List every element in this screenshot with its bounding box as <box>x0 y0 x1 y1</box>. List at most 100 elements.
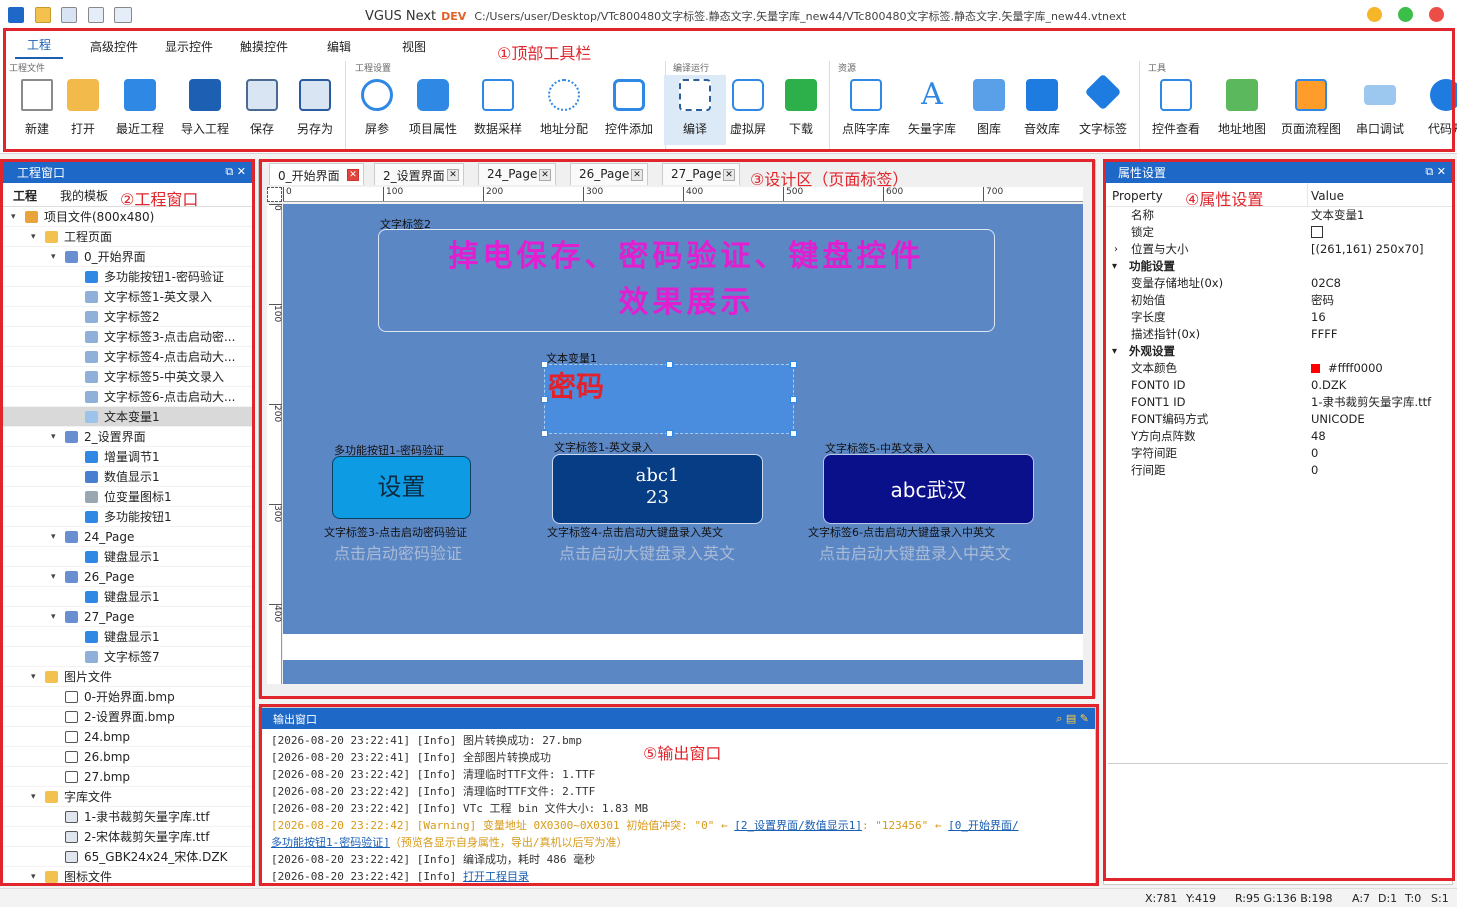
property-row[interactable]: 字符间距 0 <box>1104 445 1452 462</box>
close-tab-icon[interactable]: ✕ <box>539 169 551 181</box>
widget-label-english[interactable]: abc1 23 <box>552 454 763 524</box>
close-tab-icon[interactable]: ✕ <box>631 169 643 181</box>
property-value[interactable]: FFFF <box>1311 326 1337 343</box>
property-value[interactable]: UNICODE <box>1311 411 1365 428</box>
widget-label-en-keyboard-hint[interactable]: 点击启动大键盘录入英文 <box>559 540 735 564</box>
log-link[interactable]: [2_设置界面/数值显示1] <box>734 819 862 832</box>
resize-handle[interactable] <box>541 361 548 368</box>
app-icon[interactable] <box>8 7 24 23</box>
recent-project-button[interactable]: 最近工程 <box>109 75 171 145</box>
close-tab-icon[interactable]: ✕ <box>447 169 459 181</box>
project-props-button[interactable]: 项目属性 <box>402 75 464 145</box>
property-value[interactable]: 密码 <box>1311 292 1334 309</box>
property-row[interactable]: Y方向点阵数 48 <box>1104 428 1452 445</box>
page-flow-button[interactable]: 页面流程图 <box>1280 75 1342 145</box>
tree-node[interactable]: 增量调节1 <box>3 447 252 467</box>
color-swatch[interactable] <box>1311 364 1320 373</box>
log-link[interactable]: [0_开始界面/ <box>948 819 1019 832</box>
expander-icon[interactable]: ▾ <box>1112 258 1117 275</box>
property-value[interactable]: 0.DZK <box>1311 377 1346 394</box>
widget-view-button[interactable]: 控件查看 <box>1145 75 1207 145</box>
resize-handle[interactable] <box>666 430 673 437</box>
log-link[interactable]: 多功能按钮1-密码验证] <box>271 836 390 849</box>
tree-node[interactable]: 65_GBK24x24_宋体.DZK <box>3 847 252 867</box>
close-tab-icon[interactable]: ✕ <box>347 169 359 181</box>
property-value[interactable]: 1-隶书裁剪矢量字库.ttf <box>1311 394 1431 411</box>
expand-toggle-icon[interactable]: ▾ <box>31 227 41 247</box>
lock-checkbox[interactable] <box>1311 226 1323 238</box>
ribbon-tab-touch[interactable]: 触摸控件 <box>240 38 288 55</box>
open-folder-icon[interactable] <box>35 7 51 23</box>
widget-text-variable-1[interactable]: 密码 <box>541 361 797 437</box>
property-row[interactable]: 锁定 <box>1104 224 1452 241</box>
code-button[interactable]: 代码开 <box>1415 75 1457 145</box>
property-value[interactable]: #ffff0000 <box>1311 360 1383 377</box>
tab-page-0[interactable]: 0_开始界面 ✕ <box>269 163 364 185</box>
close-tab-icon[interactable]: ✕ <box>723 169 735 181</box>
tree-node[interactable]: 26.bmp <box>3 747 252 767</box>
property-value[interactable]: 02C8 <box>1311 275 1341 292</box>
tree-node[interactable]: 键盘显示1 <box>3 587 252 607</box>
pin-close-icon[interactable]: ⧉ ✕ <box>1425 165 1446 179</box>
build-icon[interactable] <box>88 7 104 23</box>
close-button[interactable] <box>1429 7 1444 22</box>
ribbon-tab-project[interactable]: 工程 <box>15 36 64 59</box>
property-row[interactable]: FONT0 ID 0.DZK <box>1104 377 1452 394</box>
save-as-button[interactable]: 另存为 <box>284 75 346 145</box>
resize-handle[interactable] <box>666 361 673 368</box>
resize-handle[interactable] <box>541 396 548 403</box>
widget-label-cn-en[interactable]: abc武汉 <box>823 454 1034 524</box>
output-toolbar-icons[interactable]: ⌕ ▤ ✎ <box>1056 712 1089 726</box>
tree-node[interactable]: ▾ 图标文件 <box>3 867 252 887</box>
property-value[interactable]: 16 <box>1311 309 1326 326</box>
tree-node[interactable]: 数值显示1 <box>3 467 252 487</box>
tab-my-templates[interactable]: 我的模板 <box>60 187 108 204</box>
tree-node[interactable]: 1-隶书裁剪矢量字库.ttf <box>3 807 252 827</box>
tree-node[interactable]: ▾ 图片文件 <box>3 667 252 687</box>
tree-node[interactable]: 文字标签2 <box>3 307 252 327</box>
tab-project[interactable]: 工程 <box>13 187 37 204</box>
property-row[interactable]: 名称 文本变量1 <box>1104 207 1452 224</box>
property-row[interactable]: 描述指针(0x) FFFF <box>1104 326 1452 343</box>
tree-node[interactable]: 文字标签7 <box>3 647 252 667</box>
expand-toggle-icon[interactable]: ▾ <box>51 607 61 627</box>
tree-node[interactable]: 文字标签3-点击启动密... <box>3 327 252 347</box>
tree-node[interactable]: ▾ 项目文件(800x480) <box>3 207 252 227</box>
tree-node[interactable]: 键盘显示1 <box>3 627 252 647</box>
tree-node[interactable]: ▾ 字库文件 <box>3 787 252 807</box>
pin-close-icon[interactable]: ⧉ ✕ <box>225 165 246 179</box>
ribbon-tab-advanced[interactable]: 高级控件 <box>90 38 138 55</box>
expand-toggle-icon[interactable]: ▾ <box>31 867 41 887</box>
resize-handle[interactable] <box>790 396 797 403</box>
expander-icon[interactable]: ▾ <box>1112 343 1117 360</box>
preview-icon[interactable] <box>114 7 132 23</box>
widget-label-password-hint[interactable]: 点击启动密码验证 <box>334 540 462 564</box>
property-row[interactable]: FONT1 ID 1-隶书裁剪矢量字库.ttf <box>1104 394 1452 411</box>
expand-toggle-icon[interactable]: ▾ <box>51 247 61 267</box>
expand-toggle-icon[interactable]: ▾ <box>11 207 21 227</box>
text-label-button[interactable]: 文字标签 <box>1072 73 1134 145</box>
tree-node[interactable]: ▾ 26_Page <box>3 567 252 587</box>
tab-page-2[interactable]: 2_设置界面 ✕ <box>374 163 464 185</box>
property-value[interactable]: 0 <box>1311 445 1318 462</box>
tree-node[interactable]: 2-宋体裁剪矢量字库.ttf <box>3 827 252 847</box>
maximize-button[interactable] <box>1398 7 1413 22</box>
resize-handle[interactable] <box>790 430 797 437</box>
expand-toggle-icon[interactable]: ▾ <box>31 667 41 687</box>
sound-lib-button[interactable]: 音效库 <box>1011 75 1073 145</box>
address-alloc-button[interactable]: 地址分配 <box>533 75 595 145</box>
tree-node[interactable]: ▾ 工程页面 <box>3 227 252 247</box>
property-value[interactable]: 48 <box>1311 428 1326 445</box>
tree-node[interactable]: ▾ 0_开始界面 <box>3 247 252 267</box>
tree-node[interactable]: 位变量图标1 <box>3 487 252 507</box>
tree-node[interactable]: 0-开始界面.bmp <box>3 687 252 707</box>
property-category[interactable]: ▾ 功能设置 <box>1104 258 1452 275</box>
tree-node[interactable]: 文字标签1-英文录入 <box>3 287 252 307</box>
resize-handle[interactable] <box>790 361 797 368</box>
tree-node[interactable]: 2-设置界面.bmp <box>3 707 252 727</box>
ribbon-tab-display[interactable]: 显示控件 <box>165 38 213 55</box>
property-row[interactable]: FONT编码方式 UNICODE <box>1104 411 1452 428</box>
tree-node[interactable]: 多功能按钮1 <box>3 507 252 527</box>
property-category[interactable]: ▾ 外观设置 <box>1104 343 1452 360</box>
property-row[interactable]: 变量存储地址(0x) 02C8 <box>1104 275 1452 292</box>
